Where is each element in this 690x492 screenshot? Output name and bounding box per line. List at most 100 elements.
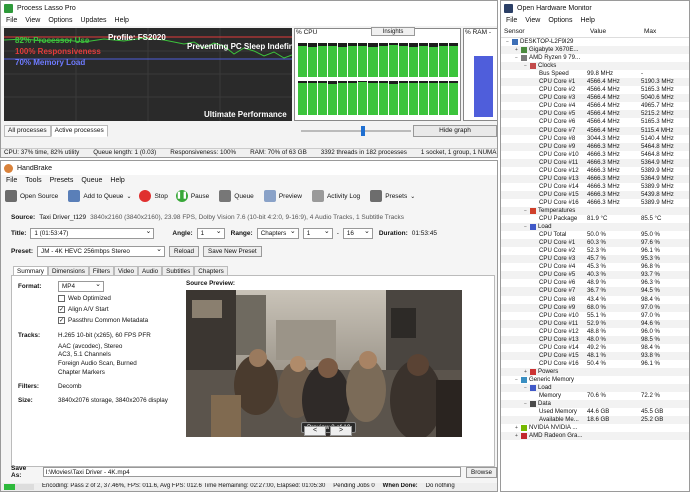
save-as-path-input[interactable]: I:\Movies\Taxi Driver - 4K.mp4 xyxy=(42,467,461,477)
menu-file[interactable]: File xyxy=(506,17,517,24)
expand-collapse-toggle[interactable]: + xyxy=(514,424,519,432)
angle-select[interactable]: 1 xyxy=(196,227,225,239)
format-select[interactable]: MP4 xyxy=(58,280,104,292)
menu-help[interactable]: Help xyxy=(110,177,124,184)
sensor-row[interactable]: CPU Core #16 4666.3 MHz 5389.9 MHz xyxy=(501,199,689,207)
sensor-row[interactable]: CPU Core #2 52.3 % 96.1 % xyxy=(501,247,689,255)
sensor-row[interactable]: CPU Core #7 36.7 % 94.5 % xyxy=(501,287,689,296)
previous-preview-button[interactable]: < xyxy=(304,426,326,436)
queue-button[interactable]: Queue xyxy=(219,190,254,202)
sensor-row[interactable]: CPU Core #14 4666.3 MHz 5389.9 MHz xyxy=(501,183,689,191)
sensor-row[interactable]: Bus Speed 99.8 MHz - xyxy=(501,70,689,78)
tab-active-processes[interactable]: Active processes xyxy=(50,125,108,137)
align-av-checkbox[interactable]: ✓ Align A/V Start xyxy=(58,306,109,313)
sensor-row[interactable]: CPU Core #13 48.0 % 98.5 % xyxy=(501,335,689,344)
menu-updates[interactable]: Updates xyxy=(80,17,106,24)
sensor-row[interactable]: CPU Core #5 4566.4 MHz 5215.2 MHz xyxy=(501,110,689,119)
sensor-row[interactable]: + NVIDIA NVIDIA ... xyxy=(501,424,689,432)
expand-collapse-toggle[interactable]: + xyxy=(514,46,519,54)
sensor-row[interactable]: CPU Core #4 4566.4 MHz 4965.7 MHz xyxy=(501,102,689,110)
tab-all-processes[interactable]: All processes xyxy=(4,125,51,137)
open-source-button[interactable]: Open Source xyxy=(5,190,58,202)
expand-collapse-toggle[interactable]: − xyxy=(505,38,510,46)
when-done-select[interactable]: Do nothing xyxy=(426,483,455,491)
sensor-row[interactable]: − AMD Ryzen 9 79... xyxy=(501,54,689,62)
expand-collapse-toggle[interactable]: − xyxy=(514,54,519,62)
pause-button[interactable]: ❚❚ Pause xyxy=(175,190,209,202)
menu-options[interactable]: Options xyxy=(548,17,572,24)
sensor-row[interactable]: CPU Core #11 4666.3 MHz 5364.9 MHz xyxy=(501,158,689,167)
expand-collapse-toggle[interactable]: − xyxy=(523,400,528,408)
column-value[interactable]: Value xyxy=(587,28,641,37)
reload-button[interactable]: Reload xyxy=(169,246,200,257)
expand-collapse-toggle[interactable]: + xyxy=(523,368,528,376)
save-new-preset-button[interactable]: Save New Preset xyxy=(203,246,262,257)
sensor-row[interactable]: CPU Core #9 4666.3 MHz 5464.8 MHz xyxy=(501,142,689,151)
sensor-row[interactable]: CPU Core #8 43.4 % 98.4 % xyxy=(501,296,689,304)
sensor-row[interactable]: Used Memory 44.6 GB 45.5 GB xyxy=(501,408,689,416)
column-max[interactable]: Max xyxy=(641,28,689,37)
column-sensor[interactable]: Sensor xyxy=(501,28,587,37)
expand-collapse-toggle[interactable]: + xyxy=(514,432,519,440)
sensor-row[interactable]: CPU Core #12 48.8 % 96.0 % xyxy=(501,328,689,336)
add-to-queue-button[interactable]: Add to Queue ⌄ xyxy=(68,190,131,202)
presets-button[interactable]: Presets ⌄ xyxy=(370,190,415,202)
activity-log-button[interactable]: Activity Log xyxy=(311,190,360,202)
sensor-row[interactable]: − Data xyxy=(501,400,689,409)
sensor-row[interactable]: + AMD Radeon Gra... xyxy=(501,432,689,441)
sensor-row[interactable]: CPU Core #15 48.1 % 93.8 % xyxy=(501,351,689,360)
browse-button[interactable]: Browse xyxy=(466,466,497,478)
sensor-row[interactable]: CPU Core #9 68.0 % 97.0 % xyxy=(501,303,689,312)
range-type-select[interactable]: Chapters xyxy=(256,227,299,239)
sensor-row[interactable]: + Powers xyxy=(501,367,689,376)
sensor-row[interactable]: CPU Core #14 49.2 % 98.4 % xyxy=(501,344,689,352)
sensor-row[interactable]: Memory 70.6 % 72.2 % xyxy=(501,392,689,400)
menu-tools[interactable]: Tools xyxy=(25,177,41,184)
sensor-row[interactable]: CPU Core #4 45.3 % 96.8 % xyxy=(501,263,689,271)
stop-button[interactable]: Stop xyxy=(139,190,168,202)
range-end-select[interactable]: 16 xyxy=(342,227,373,239)
title-select[interactable]: 1 (01:53:47) xyxy=(30,227,155,239)
menu-file[interactable]: File xyxy=(6,177,17,184)
sensor-row[interactable]: CPU Core #1 60.3 % 97.6 % xyxy=(501,239,689,248)
menu-help[interactable]: Help xyxy=(580,17,594,24)
slider-thumb[interactable] xyxy=(361,126,365,136)
sensor-row[interactable]: CPU Core #7 4566.4 MHz 5115.4 MHz xyxy=(501,126,689,135)
sensor-row[interactable]: − Load xyxy=(501,223,689,232)
sensor-row[interactable]: CPU Core #3 4566.4 MHz 5040.6 MHz xyxy=(501,94,689,103)
insights-button[interactable]: Insights xyxy=(371,27,415,36)
expand-collapse-toggle[interactable]: − xyxy=(514,376,519,384)
sensor-row[interactable]: − Load xyxy=(501,384,689,393)
range-start-select[interactable]: 1 xyxy=(302,227,333,239)
menu-file[interactable]: File xyxy=(6,17,17,24)
sensor-row[interactable]: CPU Core #3 45.7 % 95.3 % xyxy=(501,255,689,264)
sensor-row[interactable]: CPU Core #12 4666.3 MHz 5389.9 MHz xyxy=(501,167,689,175)
sensor-row[interactable]: CPU Core #10 4666.3 MHz 5464.8 MHz xyxy=(501,151,689,159)
sensor-row[interactable]: − DESKTOP-L2F9I29 xyxy=(501,38,689,46)
graph-zoom-slider[interactable] xyxy=(301,126,411,136)
expand-collapse-toggle[interactable]: − xyxy=(523,62,528,70)
menu-view[interactable]: View xyxy=(525,17,540,24)
menu-presets[interactable]: Presets xyxy=(50,177,74,184)
preset-select[interactable]: JM - 4K HEVC 256mbps Stereo xyxy=(37,245,166,257)
preview-button[interactable]: Preview xyxy=(263,190,302,202)
sensor-row[interactable]: CPU Core #1 4566.4 MHz 5190.3 MHz xyxy=(501,78,689,87)
sensor-row[interactable]: CPU Core #13 4666.3 MHz 5364.9 MHz xyxy=(501,174,689,183)
sensor-row[interactable]: CPU Core #10 55.1 % 97.0 % xyxy=(501,312,689,320)
menu-options[interactable]: Options xyxy=(48,17,72,24)
sensor-row[interactable]: CPU Total 50.0 % 95.0 % xyxy=(501,231,689,239)
menu-view[interactable]: View xyxy=(25,17,40,24)
sensor-row[interactable]: Available Me... 18.6 GB 25.2 GB xyxy=(501,416,689,425)
sensor-row[interactable]: CPU Core #2 4566.4 MHz 5165.3 MHz xyxy=(501,86,689,94)
next-preview-button[interactable]: > xyxy=(330,426,352,436)
sensor-row[interactable]: − Temperatures xyxy=(501,206,689,216)
sensor-row[interactable]: CPU Core #8 3044.3 MHz 5140.4 MHz xyxy=(501,135,689,143)
expand-collapse-toggle[interactable]: − xyxy=(523,384,528,392)
expand-collapse-toggle[interactable]: − xyxy=(523,223,528,231)
menu-queue[interactable]: Queue xyxy=(81,177,102,184)
sensor-row[interactable]: CPU Package 81.9 °C 85.5 °C xyxy=(501,215,689,223)
sensor-row[interactable]: + Gigabyte X670E... xyxy=(501,46,689,55)
sensor-row[interactable]: CPU Core #15 4666.3 MHz 5439.8 MHz xyxy=(501,190,689,199)
hide-graph-button[interactable]: Hide graph xyxy=(413,125,497,137)
sensor-row[interactable]: CPU Core #6 48.9 % 96.3 % xyxy=(501,279,689,287)
